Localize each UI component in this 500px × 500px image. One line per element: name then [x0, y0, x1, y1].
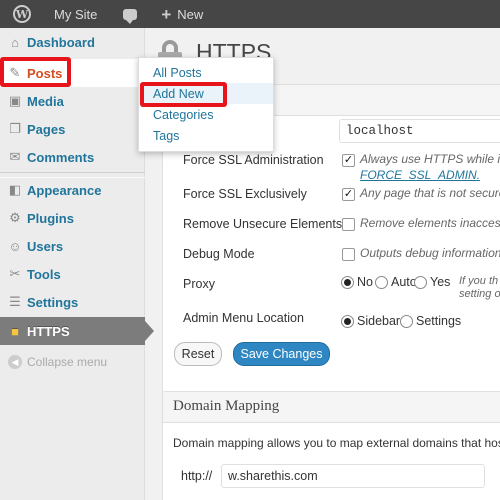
proxy-desc-line2: setting o — [459, 288, 500, 300]
proxy-yes-radio[interactable] — [414, 276, 427, 289]
domain-mapping-desc: Domain mapping allows you to map externa… — [173, 436, 500, 450]
sidebar-item-label: Pages — [27, 121, 66, 137]
proxy-no-radio[interactable] — [341, 276, 354, 289]
menu-location-sidebar-radio[interactable] — [341, 315, 354, 328]
domain-mapping-title: Domain Mapping — [173, 398, 280, 414]
sidebar-item-tools[interactable]: ✂ Tools — [0, 260, 145, 288]
sidebar-item-dashboard[interactable]: ⌂ Dashboard — [0, 28, 145, 56]
sidebar-item-users[interactable]: ☺ Users — [0, 232, 145, 260]
proxy-label: Proxy — [183, 277, 215, 291]
remove-unsecure-desc: Remove elements inaccess — [360, 216, 500, 230]
appearance-icon: ◧ — [8, 182, 22, 197]
sidebar-item-pages[interactable]: ❐ Pages — [0, 115, 145, 143]
sidebar-item-label: Media — [27, 93, 64, 109]
new-label: New — [177, 6, 204, 22]
sidebar-item-label: Appearance — [27, 182, 102, 198]
force-ssl-exclusive-checkbox[interactable]: ✓ — [342, 188, 355, 201]
sidebar-item-label: HTTPS — [27, 323, 70, 339]
sidebar-item-media[interactable]: ▣ Media — [0, 87, 145, 115]
sidebar-item-settings[interactable]: ☰ Settings — [0, 288, 145, 316]
lock-icon: ■ — [11, 323, 19, 339]
force-ssl-admin-checkbox[interactable]: ✓ — [342, 154, 355, 167]
domain-mapping-postbox: Domain Mapping Domain mapping allows you… — [162, 391, 500, 500]
remove-unsecure-checkbox[interactable] — [342, 218, 355, 231]
menu-location-settings-radio[interactable] — [400, 315, 413, 328]
proxy-auto-radio[interactable] — [375, 276, 388, 289]
settings-icon: ☰ — [9, 294, 21, 309]
force-ssl-exclusive-desc: Any page that is not secured — [360, 186, 500, 200]
force-ssl-exclusive-label: Force SSL Exclusively — [183, 187, 307, 201]
media-icon: ▣ — [8, 93, 22, 108]
debug-mode-label: Debug Mode — [183, 247, 255, 261]
comment-bubble-icon — [123, 8, 138, 24]
sidebar-item-plugins[interactable]: ⚙ Plugins — [0, 204, 145, 232]
sidebar-item-label: Plugins — [27, 210, 74, 226]
sidebar-item-comments[interactable]: ✉ Comments — [0, 143, 145, 171]
submenu-all-posts[interactable]: All Posts — [139, 62, 273, 83]
sidebar-item-label: Tools — [27, 266, 61, 282]
new-content-button[interactable]: + New — [149, 0, 213, 28]
tools-icon: ✂ — [9, 266, 21, 281]
debug-mode-checkbox[interactable] — [342, 248, 355, 261]
menu-location-sidebar-label: Sidebar — [357, 314, 401, 328]
reset-button[interactable]: Reset — [174, 342, 222, 366]
submenu-categories[interactable]: Categories — [139, 104, 273, 125]
admin-sidebar: ⌂ Dashboard ✎ Posts ▣ Media ❐ Pages ✉ Co… — [0, 28, 154, 500]
plugins-icon: ⚙ — [9, 210, 21, 225]
collapse-arrow-icon: ◀ — [7, 354, 23, 370]
domain-mapping-input[interactable]: w.sharethis.com — [221, 464, 485, 488]
sidebar-item-label: Settings — [27, 294, 79, 310]
wordpress-logo-button[interactable]: W — [0, 0, 44, 28]
admin-menu-location-label: Admin Menu Location — [183, 311, 304, 325]
proxy-no-label: No — [357, 275, 373, 289]
site-name-link[interactable]: My Site — [44, 0, 111, 28]
proxy-desc-line1: If you th — [459, 275, 499, 287]
sidebar-item-label: Dashboard — [27, 34, 95, 50]
domain-mapping-header: Domain Mapping — [163, 392, 500, 423]
force-ssl-admin-link[interactable]: FORCE_SSL_ADMIN. — [360, 168, 480, 182]
sidebar-item-label: Comments — [27, 149, 95, 165]
debug-mode-desc: Outputs debug information — [360, 246, 500, 260]
proxy-auto-label: Auto — [391, 275, 417, 289]
save-changes-button[interactable]: Save Changes — [233, 342, 330, 366]
menu-location-settings-label: Settings — [416, 314, 462, 328]
sidebar-item-label: Users — [27, 238, 64, 254]
ssl-host-input[interactable]: localhost — [339, 119, 500, 143]
sidebar-item-appearance[interactable]: ◧ Appearance — [0, 176, 145, 204]
posts-flyout-submenu: All Posts Add New Categories Tags — [138, 57, 274, 152]
collapse-menu-label: Collapse menu — [27, 355, 108, 369]
users-icon: ☺ — [8, 238, 22, 254]
comments-button[interactable] — [111, 0, 149, 28]
collapse-menu-button[interactable]: ◀ Collapse menu — [0, 348, 145, 376]
sidebar-item-https[interactable]: ■ HTTPS — [0, 317, 154, 345]
comments-icon: ✉ — [9, 149, 21, 164]
posts-highlight-box — [0, 57, 71, 87]
wordpress-logo-icon: W — [13, 5, 31, 23]
admin-bar: W My Site + New — [0, 0, 500, 28]
http-prefix-label: http:// — [181, 469, 213, 483]
pages-icon: ❐ — [9, 121, 21, 136]
force-ssl-admin-label: Force SSL Administration — [183, 153, 324, 167]
plus-icon: + — [161, 4, 172, 24]
remove-unsecure-label: Remove Unsecure Elements — [183, 217, 343, 231]
proxy-yes-label: Yes — [430, 275, 451, 289]
submenu-tags[interactable]: Tags — [139, 125, 273, 146]
dashboard-icon: ⌂ — [11, 34, 19, 50]
force-ssl-admin-desc: Always use HTTPS while in — [360, 152, 500, 166]
site-name-label: My Site — [54, 6, 98, 22]
